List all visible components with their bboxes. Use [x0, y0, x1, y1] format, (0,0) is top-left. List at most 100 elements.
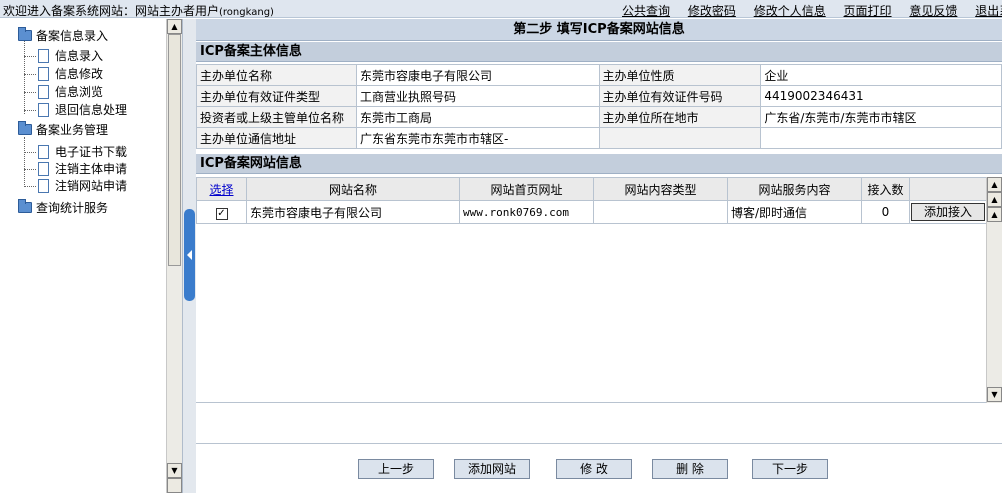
field-value: [760, 127, 1002, 149]
print-page-link[interactable]: 页面打印: [844, 4, 892, 18]
field-value: 工商营业执照号码: [355, 85, 600, 107]
subject-section-header: ICP备案主体信息: [196, 42, 1002, 62]
folder-icon: [18, 199, 32, 213]
document-icon: [38, 49, 49, 63]
folder-icon: [18, 121, 32, 135]
select-all-link[interactable]: 选择: [209, 183, 233, 197]
column-header-select[interactable]: 选择: [196, 177, 247, 201]
document-icon: [38, 103, 49, 117]
scroll-down-arrow-icon[interactable]: ▼: [167, 463, 182, 478]
nav-item-label: 电子证书下载: [55, 145, 128, 159]
prev-step-button[interactable]: 上一步: [358, 459, 434, 479]
action-cell: 添加接入: [909, 200, 987, 224]
sites-scrollbar[interactable]: ▲ ▲ ▲ ▼: [986, 177, 1002, 403]
sidebar-tree: 备案信息录入 信息录入 信息修改 信息浏览 退回信息处理 备案业务管理 电子证书…: [0, 19, 166, 493]
tree-connector: [24, 152, 36, 153]
nav-item-label: 注销网站申请: [55, 179, 128, 193]
tree-connector: [24, 137, 25, 187]
scroll-down-arrow-icon[interactable]: ▼: [987, 387, 1002, 402]
sites-table: 选择 网站名称 网站首页网址 网站内容类型 网站服务内容 接入数 ✓ 东莞市容康…: [196, 177, 987, 224]
nav-item-cert-download[interactable]: 电子证书下载: [38, 143, 127, 161]
field-value: 东莞市工商局: [355, 106, 600, 128]
tree-connector: [24, 38, 25, 114]
frame-splitter[interactable]: [182, 19, 196, 493]
site-url-cell: www.ronk0769.com: [459, 200, 594, 224]
tree-connector: [24, 169, 36, 170]
modify-button[interactable]: 修 改: [556, 459, 632, 479]
tree-connector: [24, 92, 36, 93]
scroll-up-arrow-icon[interactable]: ▲: [987, 177, 1002, 192]
nav-item-label: 注销主体申请: [55, 162, 128, 176]
field-label: [598, 127, 762, 149]
column-header-name: 网站名称: [246, 177, 460, 201]
nav-group-business-mgmt[interactable]: 备案业务管理: [18, 121, 108, 139]
nav-item-cancel-subject[interactable]: 注销主体申请: [38, 160, 127, 178]
nav-item-info-browse[interactable]: 信息浏览: [38, 83, 103, 101]
table-row: 主办单位通信地址 广东省东莞市东莞市市辖区-: [196, 127, 1002, 149]
top-bar: 欢迎进入备案系统网站：网站主办者用户(rongkang) 公共查询 修改密码 修…: [0, 0, 1002, 18]
nav-item-label: 信息浏览: [55, 85, 104, 99]
logout-link[interactable]: 退出系统: [975, 4, 1002, 18]
sites-section-header: ICP备案网站信息: [196, 154, 1002, 174]
nav-item-cancel-site[interactable]: 注销网站申请: [38, 177, 127, 195]
nav-item-label: 信息录入: [55, 49, 104, 63]
scroll-up-arrow-icon[interactable]: ▲: [167, 19, 182, 34]
tree-connector: [24, 110, 36, 111]
field-label: 主办单位通信地址: [196, 127, 357, 149]
sidebar-scrollbar[interactable]: ▲ ▼: [166, 19, 182, 493]
scroll-thumb[interactable]: [168, 34, 181, 266]
document-icon: [38, 162, 49, 176]
add-site-button[interactable]: 添加网站: [454, 459, 530, 479]
welcome-message: 欢迎进入备案系统网站：网站主办者用户: [3, 4, 220, 18]
field-value: 企业: [760, 64, 1002, 86]
nav-group-label: 查询统计服务: [36, 201, 109, 215]
field-value: 广东省/东莞市/东莞市市辖区: [760, 106, 1002, 128]
page-title: 第二步 填写ICP备案网站信息: [196, 19, 1002, 41]
table-header-row: 选择 网站名称 网站首页网址 网站内容类型 网站服务内容 接入数: [196, 177, 987, 201]
add-access-button[interactable]: 添加接入: [911, 203, 985, 221]
nav-item-info-modify[interactable]: 信息修改: [38, 65, 103, 83]
nav-item-returned-info[interactable]: 退回信息处理: [38, 101, 127, 119]
subject-info-table: 主办单位名称 东莞市容康电子有限公司 主办单位性质 企业 主办单位有效证件类型 …: [196, 64, 1002, 149]
tree-connector: [24, 56, 36, 57]
nav-item-label: 信息修改: [55, 67, 104, 81]
delete-button[interactable]: 删 除: [652, 459, 728, 479]
public-query-link[interactable]: 公共查询: [622, 4, 670, 18]
nav-group-label: 备案业务管理: [36, 123, 109, 137]
edit-profile-link[interactable]: 修改个人信息: [754, 4, 826, 18]
folder-icon: [18, 27, 32, 41]
tree-connector: [24, 186, 36, 187]
field-label: 投资者或上级主管单位名称: [196, 106, 357, 128]
access-count-cell: 0: [861, 200, 910, 224]
collapse-arrow-icon[interactable]: [184, 209, 195, 301]
table-row: ✓ 东莞市容康电子有限公司 www.ronk0769.com 博客/即时通信 0…: [196, 200, 987, 224]
document-icon: [38, 145, 49, 159]
scroll-up-arrow-icon[interactable]: ▲: [987, 207, 1002, 222]
field-label: 主办单位性质: [598, 64, 762, 86]
next-step-button[interactable]: 下一步: [752, 459, 828, 479]
column-header-action: [909, 177, 987, 201]
field-label: 主办单位所在地市: [598, 106, 762, 128]
scroll-corner: [167, 478, 182, 493]
nav-item-label: 退回信息处理: [55, 103, 128, 117]
document-icon: [38, 67, 49, 81]
change-password-link[interactable]: 修改密码: [688, 4, 736, 18]
scroll-up-arrow-icon[interactable]: ▲: [987, 192, 1002, 207]
field-value: 广东省东莞市东莞市市辖区-: [355, 127, 600, 149]
field-label: 主办单位有效证件号码: [598, 85, 762, 107]
row-checkbox[interactable]: ✓: [215, 207, 228, 220]
feedback-link[interactable]: 意见反馈: [909, 4, 957, 18]
username: (rongkang): [219, 7, 274, 18]
nav-group-query-stats[interactable]: 查询统计服务: [18, 199, 108, 217]
table-row: 主办单位有效证件类型 工商营业执照号码 主办单位有效证件号码 441900234…: [196, 85, 1002, 107]
nav-group-record-entry[interactable]: 备案信息录入: [18, 27, 108, 45]
table-row: 主办单位名称 东莞市容康电子有限公司 主办单位性质 企业: [196, 64, 1002, 86]
tree-connector: [24, 74, 36, 75]
field-value: 东莞市容康电子有限公司: [355, 64, 600, 86]
welcome-text: 欢迎进入备案系统网站：网站主办者用户(rongkang): [3, 2, 274, 19]
table-row: 投资者或上级主管单位名称 东莞市工商局 主办单位所在地市 广东省/东莞市/东莞市…: [196, 106, 1002, 128]
nav-item-info-entry[interactable]: 信息录入: [38, 47, 103, 65]
column-header-service: 网站服务内容: [727, 177, 862, 201]
top-links: 公共查询 修改密码 修改个人信息 页面打印 意见反馈 退出系统: [622, 2, 1002, 19]
nav-group-label: 备案信息录入: [36, 29, 109, 43]
